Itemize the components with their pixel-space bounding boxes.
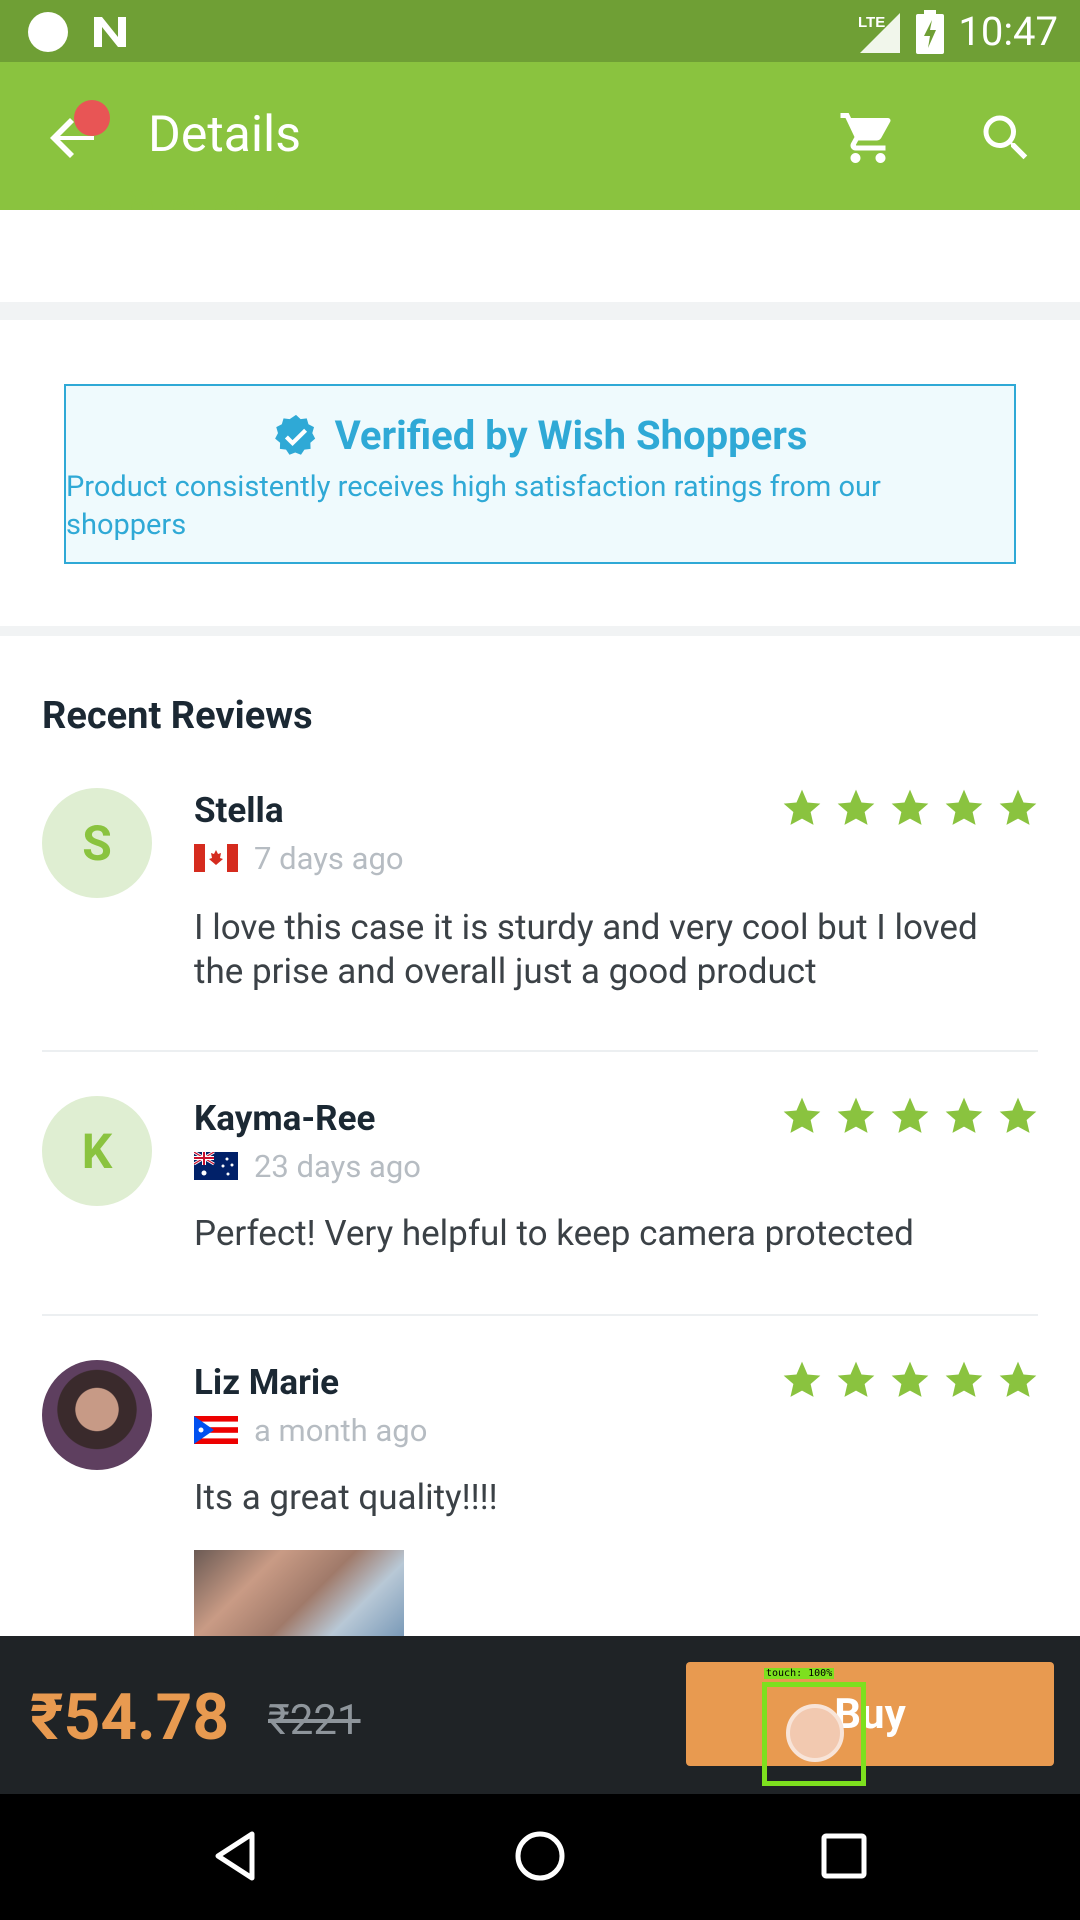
buy-button[interactable]: Buy xyxy=(686,1662,1054,1766)
rating-stars xyxy=(780,1094,1040,1138)
star-icon xyxy=(82,190,118,210)
review-date: 7 days ago xyxy=(254,840,404,877)
review-date: 23 days ago xyxy=(254,1148,421,1185)
svg-text:LTE: LTE xyxy=(858,14,885,31)
page-title: Details xyxy=(148,106,302,164)
verified-banner: Verified by Wish Shoppers Product consis… xyxy=(64,384,1016,564)
buy-bar: ₹54.78 ₹221 Buy xyxy=(0,1636,1080,1794)
review-divider xyxy=(42,1314,1038,1316)
star-icon xyxy=(891,1097,929,1133)
review-divider xyxy=(42,1050,1038,1052)
star-icon xyxy=(250,190,286,210)
status-time: 10:47 xyxy=(958,8,1058,55)
n-notification-icon xyxy=(94,17,126,47)
notification-dot-icon xyxy=(28,12,68,52)
review-text: I love this case it is sturdy and very c… xyxy=(194,907,978,992)
star-icon xyxy=(999,789,1037,825)
verified-description: Product consistently receives high satis… xyxy=(66,470,881,542)
star-icon xyxy=(999,1361,1037,1397)
touch-label: touch: 100% xyxy=(764,1668,835,1679)
app-bar: Details xyxy=(0,62,1080,210)
recent-reviews-title: Recent Reviews xyxy=(42,694,313,738)
home-nav-icon[interactable] xyxy=(510,1826,570,1886)
navigation-bar xyxy=(0,1794,1080,1920)
review-photo-thumbnail[interactable] xyxy=(194,1550,404,1636)
review-date: a month ago xyxy=(254,1412,428,1449)
star-icon xyxy=(891,789,929,825)
verified-title: Verified by Wish Shoppers xyxy=(334,412,808,459)
star-icon xyxy=(891,1361,929,1397)
verified-badge-icon xyxy=(274,414,315,455)
review-text: Its a great quality!!!! xyxy=(194,1477,498,1518)
search-icon[interactable] xyxy=(976,108,1036,168)
star-icon xyxy=(166,190,202,210)
star-icon xyxy=(783,789,821,825)
partial-rating-stars xyxy=(40,190,286,214)
avatar: S xyxy=(42,788,152,898)
australia-flag-icon xyxy=(194,1152,238,1180)
battery-charging-icon xyxy=(916,9,945,54)
notification-badge xyxy=(74,100,110,136)
section-divider xyxy=(0,302,1080,320)
rating-stars xyxy=(780,1358,1040,1402)
star-icon xyxy=(999,1097,1037,1133)
puerto-rico-flag-icon xyxy=(194,1416,238,1444)
star-icon xyxy=(837,1097,875,1133)
star-icon xyxy=(40,190,76,210)
star-icon xyxy=(945,789,983,825)
recents-nav-icon[interactable] xyxy=(814,1826,874,1886)
touch-point xyxy=(786,1704,844,1762)
star-icon xyxy=(208,190,244,210)
star-icon xyxy=(945,1361,983,1397)
avatar: K xyxy=(42,1096,152,1206)
reviewer-name: Stella xyxy=(194,790,284,831)
rating-stars xyxy=(780,786,1040,830)
star-icon xyxy=(783,1097,821,1133)
star-icon xyxy=(837,1361,875,1397)
section-divider xyxy=(0,626,1080,636)
star-icon xyxy=(945,1097,983,1133)
signal-lte-icon: LTE xyxy=(858,12,901,53)
star-icon xyxy=(783,1361,821,1397)
original-price: ₹221 xyxy=(268,1696,361,1745)
canada-flag-icon xyxy=(194,844,238,872)
star-icon xyxy=(124,190,160,210)
cart-icon[interactable] xyxy=(838,108,898,168)
review-text: Perfect! Very helpful to keep camera pro… xyxy=(194,1213,914,1254)
back-nav-icon[interactable] xyxy=(208,1826,268,1886)
star-icon xyxy=(837,789,875,825)
status-bar: LTE 10:47 xyxy=(0,0,1080,62)
reviewer-name: Liz Marie xyxy=(194,1362,340,1403)
reviewer-name: Kayma-Ree xyxy=(194,1098,376,1139)
avatar xyxy=(42,1360,152,1470)
current-price: ₹54.78 xyxy=(30,1680,230,1755)
